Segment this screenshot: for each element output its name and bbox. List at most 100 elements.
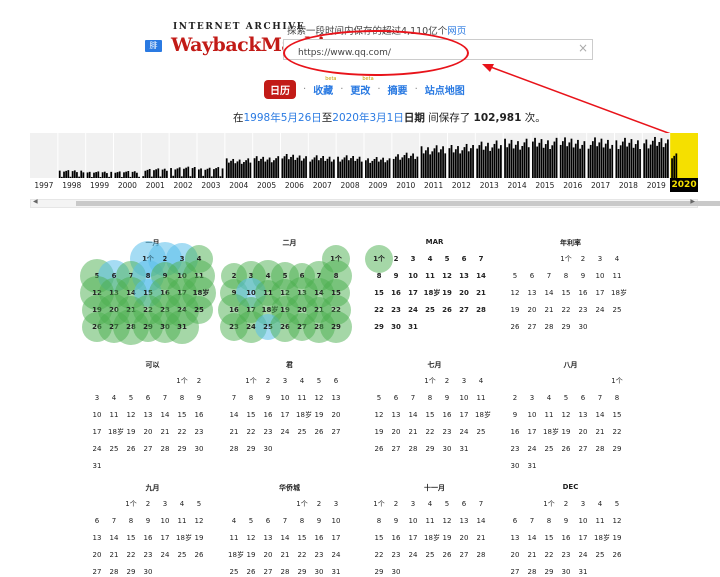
month-name: 九月: [145, 484, 160, 492]
calendar-day: 18岁: [228, 551, 244, 559]
month-name: MAR: [425, 238, 444, 246]
calendar-day: 27: [527, 323, 537, 331]
calendar-day: 4: [299, 377, 305, 385]
calendar-day[interactable]: 5: [440, 254, 454, 264]
calendar-day: 3: [529, 394, 535, 402]
calendar-day[interactable]: 2: [389, 254, 403, 264]
calendar-day: 20: [527, 306, 537, 314]
calendar-day: 28: [595, 445, 605, 453]
calendar-day: 30: [194, 445, 204, 453]
calendar-day: 6: [512, 517, 518, 525]
calendar-day[interactable]: 12: [440, 271, 454, 281]
calendar-day: 29: [561, 323, 571, 331]
calendar-day: 25: [544, 445, 554, 453]
calendar-day: 5: [316, 377, 322, 385]
calendar-day: 1个: [560, 255, 572, 263]
calendar-day[interactable]: 17: [406, 288, 420, 298]
calendar-day: 30: [391, 568, 401, 576]
calendar-day: 28: [160, 445, 170, 453]
month-name: 八月: [563, 361, 578, 369]
calendar-day[interactable]: 29: [329, 322, 343, 332]
calendar-day[interactable]: 11: [423, 271, 437, 281]
calendar-day[interactable]: 15: [372, 288, 386, 298]
calendar-day[interactable]: 7: [474, 254, 488, 264]
calendar-day: 1个: [245, 377, 257, 385]
month-name: 年利率: [560, 239, 581, 247]
calendar-day: 17: [280, 411, 290, 419]
calendar-day: 26: [194, 551, 204, 559]
calendar-day: 11: [297, 394, 307, 402]
calendar-day[interactable]: 28: [474, 305, 488, 315]
calendar-day[interactable]: 29: [372, 322, 386, 332]
calendar-day: 16: [263, 411, 273, 419]
calendar-day[interactable]: 9: [389, 271, 403, 281]
calendar-day: 17: [459, 411, 469, 419]
calendar-day: 12: [612, 517, 622, 525]
calendar-day: 22: [374, 551, 384, 559]
calendar-day: 14: [109, 534, 119, 542]
calendar-day[interactable]: 22: [372, 305, 386, 315]
calendar-day: 26: [442, 551, 452, 559]
calendar-day: 23: [578, 306, 588, 314]
calendar-day: 27: [391, 445, 401, 453]
calendar-day: 17: [578, 534, 588, 542]
calendar-day: 27: [510, 568, 520, 576]
calendar-day[interactable]: 19: [440, 288, 454, 298]
calendar-day: 27: [143, 445, 153, 453]
calendar-day: 22: [561, 306, 571, 314]
calendar-day: 30: [510, 462, 520, 470]
calendar-day[interactable]: 6: [457, 254, 471, 264]
calendar-day[interactable]: 31: [175, 322, 189, 332]
calendar-day: 2: [196, 377, 202, 385]
calendar-day[interactable]: 13: [457, 271, 471, 281]
calendar-day: 19: [510, 306, 520, 314]
calendar-day: 22: [126, 551, 136, 559]
calendar-day[interactable]: 31: [406, 322, 420, 332]
calendar-day[interactable]: 21: [474, 288, 488, 298]
calendar-day: 29: [246, 445, 256, 453]
calendar-day[interactable]: 14: [474, 271, 488, 281]
calendar-day: 19: [314, 411, 324, 419]
calendar-day: 28: [109, 568, 119, 576]
calendar-day: 3: [580, 500, 586, 508]
calendar-day[interactable]: 24: [406, 305, 420, 315]
calendar-day: 7: [282, 517, 288, 525]
calendar-day: 22: [246, 428, 256, 436]
calendar-day[interactable]: 25: [423, 305, 437, 315]
calendar-day: 19: [246, 551, 256, 559]
calendar-day: 14: [595, 411, 605, 419]
calendar-day[interactable]: 16: [389, 288, 403, 298]
calendar-day: 24: [280, 428, 290, 436]
calendar-day: 8: [614, 394, 620, 402]
calendar-day: 25: [229, 568, 239, 576]
calendar-day: 9: [512, 411, 518, 419]
calendar-day[interactable]: 26: [440, 305, 454, 315]
calendar-day[interactable]: 18岁: [423, 288, 441, 298]
calendar-day: 23: [263, 428, 273, 436]
calendar-day: 17: [408, 534, 418, 542]
calendar-day[interactable]: 25: [192, 305, 206, 315]
calendar-day[interactable]: 27: [457, 305, 471, 315]
calendar-day: 21: [595, 428, 605, 436]
calendar-day[interactable]: 30: [389, 322, 403, 332]
calendar-day: 18岁: [611, 289, 627, 297]
calendar-day[interactable]: 1个: [372, 254, 386, 264]
calendar-day[interactable]: 10: [406, 271, 420, 281]
calendar-day: 5: [376, 394, 382, 402]
calendar-day[interactable]: 20: [457, 288, 471, 298]
calendar-day[interactable]: 23: [389, 305, 403, 315]
calendar-day: 2: [393, 500, 399, 508]
calendar-day: 14: [476, 517, 486, 525]
calendar-day[interactable]: 3: [406, 254, 420, 264]
calendar-day: 7: [111, 517, 117, 525]
calendar-day: 11: [595, 517, 605, 525]
calendar-day[interactable]: 4: [423, 254, 437, 264]
calendar-day: 3: [333, 500, 339, 508]
calendar-day[interactable]: 8: [372, 271, 386, 281]
calendar-day: 27: [263, 568, 273, 576]
calendar-day: 27: [459, 551, 469, 559]
calendar-day: 17: [595, 289, 605, 297]
calendar-day: 15: [425, 411, 435, 419]
calendar-day: 2: [145, 500, 151, 508]
calendar-day: 5: [248, 517, 254, 525]
